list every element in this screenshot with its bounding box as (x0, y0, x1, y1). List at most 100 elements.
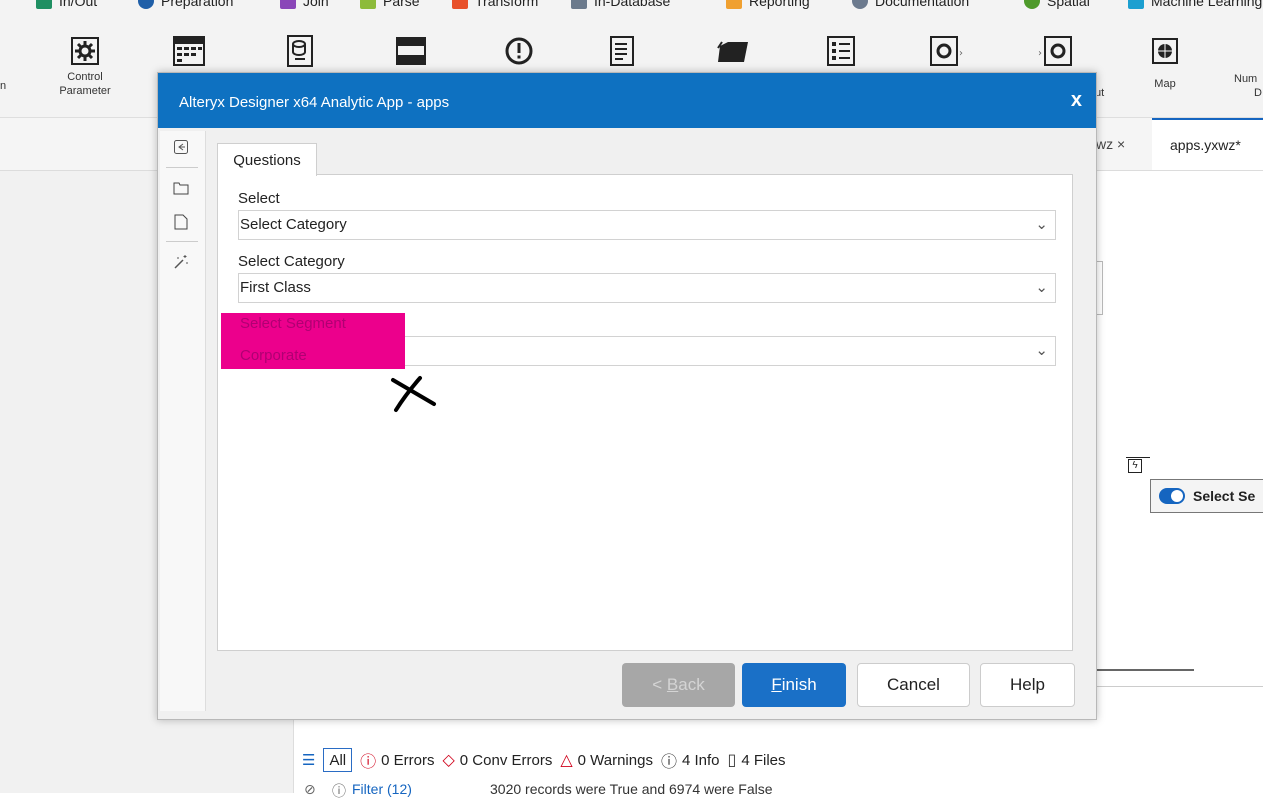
select-category-dropdown[interactable]: First Class ⌄ (238, 273, 1056, 303)
macro-gear-icon: › (930, 34, 964, 68)
tool-message[interactable] (482, 18, 556, 68)
select-segment-tool[interactable]: Select Se (1150, 479, 1263, 513)
tool-label: Num D (1234, 73, 1262, 99)
tool-macro-input[interactable]: › (910, 18, 984, 68)
category-in-out[interactable]: In/Out (36, 0, 97, 9)
chevron-down-icon: ⌄ (1035, 342, 1048, 359)
filter-all[interactable]: All (323, 748, 353, 772)
category-documentation[interactable]: Documentation (852, 0, 969, 9)
category-in-database[interactable]: In-Database (571, 0, 670, 9)
dialog-title: Alteryx Designer x64 Analytic App - apps (179, 94, 450, 111)
tool-macro-output[interactable]: › ut (1018, 18, 1104, 99)
tool-control-parameter[interactable]: Control Parameter (48, 18, 122, 98)
cross-mark-icon (391, 376, 436, 412)
error-icon: ⓘ (360, 754, 377, 771)
analytic-app-dialog: Alteryx Designer x64 Analytic App - apps… (157, 72, 1097, 720)
tool-label: Control Parameter (59, 71, 111, 97)
macro-gear-icon: › (1038, 34, 1072, 68)
spatial-icon (1024, 0, 1040, 9)
back-button[interactable]: < Back (622, 663, 735, 707)
result-message: 3020 records were True and 6974 were Fal… (490, 781, 773, 797)
category-label: In/Out (59, 0, 98, 9)
tool-label: on (0, 80, 7, 92)
join-icon (280, 0, 296, 9)
collapse-panel-icon[interactable] (170, 136, 192, 158)
tab-questions[interactable]: Questions (217, 143, 317, 176)
selected-value: Select Category (240, 216, 347, 233)
tool-cut-left[interactable]: on (0, 18, 37, 93)
result-tool-name[interactable]: Filter (12) (352, 781, 412, 797)
button-label: < Back (652, 675, 705, 694)
category-transform[interactable]: Transform (452, 0, 538, 9)
database-file-icon (283, 34, 317, 68)
cancel-button[interactable]: Cancel (857, 663, 970, 707)
list-icon[interactable]: ☰ (302, 751, 315, 769)
filter-label: 4 Info (681, 751, 720, 769)
filter-warnings[interactable]: △ 0 Warnings (560, 750, 653, 770)
tab-label: wz × (1096, 136, 1126, 152)
dialog-sidebar (160, 131, 206, 711)
new-file-icon[interactable] (170, 211, 192, 233)
globe-icon (1148, 34, 1182, 68)
category-label: Transform (475, 0, 539, 9)
tool-output[interactable] (585, 18, 659, 68)
selected-value: First Class (240, 279, 311, 296)
filter-conv-errors[interactable]: ◇ 0 Conv Errors (442, 750, 552, 770)
tool-list[interactable] (804, 18, 878, 68)
category-spatial[interactable]: Spatial (1024, 0, 1090, 9)
category-label: In-Database (594, 0, 671, 9)
window-icon (394, 34, 428, 68)
finish-button[interactable]: Finish (742, 663, 846, 707)
document-icon (605, 34, 639, 68)
tool-database-input[interactable] (263, 18, 337, 68)
filter-files[interactable]: ▯ 4 Files (728, 750, 786, 770)
transform-icon (452, 0, 468, 9)
tab-label: apps.yxwz* (1170, 137, 1241, 153)
table-icon (172, 34, 206, 68)
chevron-down-icon: ⌄ (1035, 279, 1048, 296)
magic-wand-icon[interactable] (170, 251, 192, 273)
tab-label: Questions (233, 151, 301, 169)
preparation-icon (138, 0, 154, 9)
category-parse[interactable]: Parse (360, 0, 420, 9)
close-button[interactable]: x (1071, 89, 1082, 112)
field-label: Select Segment (240, 315, 346, 332)
document-tab[interactable]: wz × (1096, 118, 1125, 170)
open-folder-icon[interactable] (170, 177, 192, 199)
tool-label: Map (1154, 78, 1176, 90)
tool-number-cut[interactable]: Num D (1224, 18, 1263, 100)
svg-text:›: › (959, 48, 963, 59)
selected-value: Corporate (240, 347, 307, 364)
category-preparation[interactable]: Preparation (138, 0, 233, 9)
documentation-icon (852, 0, 868, 9)
document-tab-active[interactable]: apps.yxwz* (1152, 118, 1263, 170)
scrollbar-horizontal[interactable] (1094, 669, 1194, 671)
category-label: Spatial (1047, 0, 1090, 9)
category-reporting[interactable]: Reporting (726, 0, 810, 9)
button-label: Help (1010, 675, 1045, 694)
tool-map[interactable]: Map (1128, 18, 1202, 91)
button-label: Cancel (887, 675, 940, 694)
warning-icon: △ (560, 752, 573, 769)
category-join[interactable]: Join (280, 0, 329, 9)
tool-table-input[interactable] (152, 18, 226, 68)
info-icon: ⓘ (332, 783, 346, 799)
svg-text:›: › (1038, 48, 1042, 59)
category-label: Documentation (875, 0, 970, 9)
field-select: Select Select Category ⌄ (238, 190, 1056, 240)
results-filter-bar: ☰ All ⓘ 0 Errors ◇ 0 Conv Errors △ 0 Warnin… (294, 745, 786, 775)
tool-browse[interactable] (374, 18, 448, 68)
parse-icon (360, 0, 376, 9)
field-label: Select (238, 190, 280, 207)
conv-error-icon: ◇ (442, 752, 455, 769)
category-machine-learning[interactable]: Machine Learning (1128, 0, 1262, 9)
filter-errors[interactable]: ⓘ 0 Errors (360, 748, 434, 772)
gear-icon (68, 34, 102, 68)
tool-folder[interactable] (696, 18, 770, 68)
select-dropdown[interactable]: Select Category ⌄ (238, 210, 1056, 240)
tool-category-bar: In/Out Preparation Join Parse Transform … (0, 0, 1263, 18)
filter-label: 0 Conv Errors (459, 751, 553, 769)
filter-label: 4 Files (741, 751, 786, 769)
filter-info[interactable]: ⓘ 4 Info (661, 748, 720, 772)
help-button[interactable]: Help (980, 663, 1075, 707)
